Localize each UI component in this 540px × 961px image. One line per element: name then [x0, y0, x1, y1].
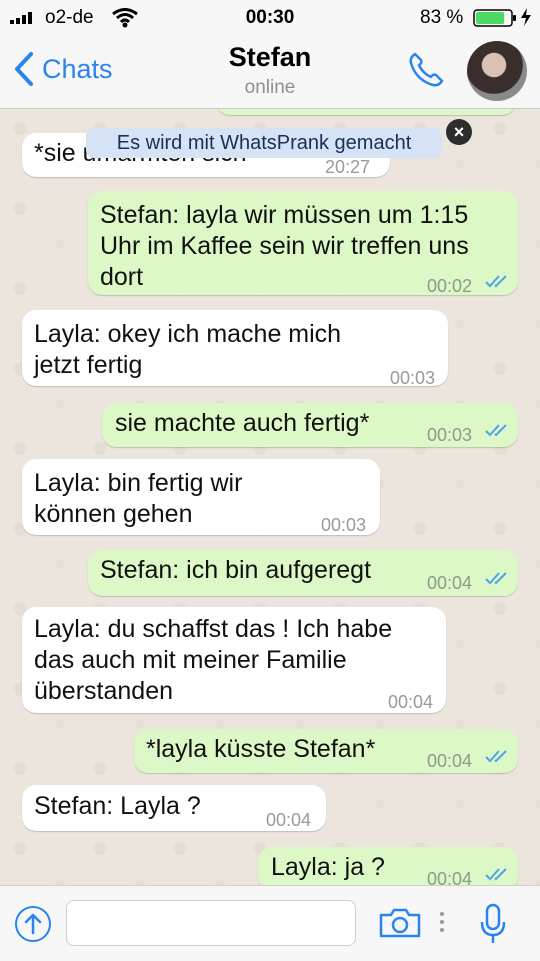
camera-icon[interactable]	[378, 907, 422, 939]
status-bar: o2-de 00:30 83 %	[0, 0, 540, 34]
message-text: Layla: okey ich mache mich	[34, 320, 342, 348]
message-text: sie machte auch fertig*	[115, 409, 370, 437]
message-text: Layla: bin fertig wir	[34, 469, 243, 497]
message-time: 00:04	[266, 810, 312, 830]
message-time: 00:02	[427, 276, 473, 296]
message-text: das auch mit meiner Familie	[34, 646, 347, 674]
read-ticks-icon	[485, 424, 507, 437]
message-bubble[interactable]: Layla: bin fertig wir können gehen 00:03	[22, 459, 380, 535]
message-time: 00:03	[427, 425, 473, 445]
message-partial	[216, 109, 516, 115]
message-bubble[interactable]: Layla: ja ? 00:04	[258, 847, 518, 885]
message-time: 00:03	[390, 368, 436, 388]
message-text: Stefan: ich bin aufgeregt	[100, 556, 372, 584]
avatar[interactable]	[467, 41, 527, 101]
message-bubble[interactable]: *layla küsste Stefan* 00:04	[134, 729, 518, 773]
battery-percentage: 83 %	[420, 7, 464, 28]
message-text: können gehen	[34, 500, 193, 528]
message-time: 00:04	[427, 869, 473, 885]
message-text: Stefan: layla wir müssen um 1:15	[100, 201, 469, 229]
message-bubble[interactable]: sie machte auch fertig* 00:03	[102, 403, 518, 447]
contact-name[interactable]: Stefan	[0, 42, 540, 73]
microphone-icon[interactable]	[479, 903, 507, 945]
message-bubble[interactable]: Layla: okey ich mache mich jetzt fertig …	[22, 310, 448, 388]
message-text: Uhr im Kaffee sein wir treffen uns	[100, 232, 469, 260]
message-text: *layla küsste Stefan*	[146, 735, 376, 763]
message-bubble[interactable]: Stefan: Layla ? 00:04	[22, 785, 326, 831]
message-time: 00:04	[427, 751, 473, 771]
message-text: dort	[100, 263, 144, 291]
message-time: 00:03	[321, 515, 367, 535]
message-text: Layla: ja ?	[271, 853, 385, 881]
read-ticks-icon	[485, 868, 507, 881]
battery-icon	[473, 9, 516, 27]
read-ticks-icon	[485, 275, 507, 288]
message-text: Stefan: Layla ?	[34, 792, 201, 820]
message-bubble[interactable]: Stefan: layla wir müssen um 1:15 Uhr im …	[88, 191, 518, 296]
contact-status: online	[244, 77, 296, 98]
read-ticks-icon	[485, 572, 507, 585]
message-time: 00:04	[388, 692, 434, 712]
chat-header: Chats Stefan online	[0, 34, 540, 109]
message-time: 00:04	[427, 573, 473, 593]
message-input[interactable]	[66, 900, 356, 946]
message-text: überstanden	[34, 677, 174, 705]
message-bubble[interactable]: Layla: du schaffst das ! Ich habe das au…	[22, 607, 446, 713]
message-bubble[interactable]: Stefan: ich bin aufgeregt 00:04	[88, 550, 518, 596]
arrow-up-circle-icon[interactable]	[14, 905, 52, 943]
more-dots-icon[interactable]	[440, 908, 446, 936]
close-banner-button[interactable]: ×	[446, 119, 472, 145]
read-ticks-icon	[485, 750, 507, 763]
message-text: Layla: du schaffst das ! Ich habe	[34, 615, 393, 643]
phone-icon[interactable]	[406, 50, 446, 90]
input-bar	[0, 885, 540, 961]
message-text: jetzt fertig	[34, 351, 143, 379]
prank-banner: Es wird mit WhatsPrank gemacht	[86, 128, 442, 158]
chat-messages[interactable]: *sie umarmten sich 20:27 Stefan: layla w…	[0, 109, 540, 885]
charging-icon	[521, 8, 531, 26]
